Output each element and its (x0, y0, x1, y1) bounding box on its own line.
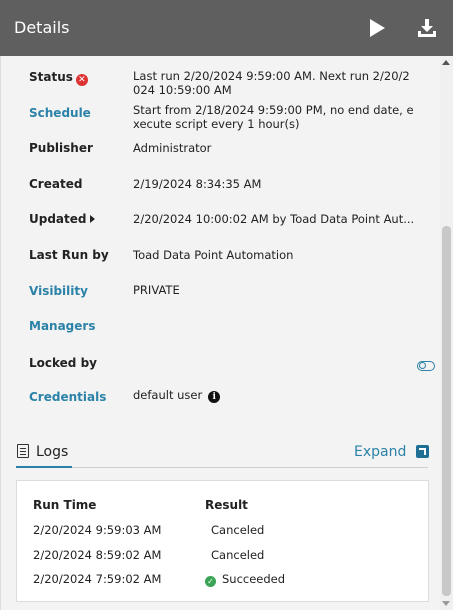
run-time-cell: 2/20/2024 8:59:02 AM (33, 548, 162, 562)
play-icon[interactable] (366, 17, 388, 39)
credentials-text: default user (133, 388, 203, 402)
run-time-cell: 2/20/2024 7:59:02 AM (33, 572, 162, 586)
managers-link[interactable]: Managers (29, 319, 95, 333)
toggle-knob (419, 362, 426, 369)
scroll-thumb[interactable] (442, 226, 451, 596)
error-x-icon: ✕ (75, 74, 88, 86)
tab-divider (72, 467, 428, 468)
lock-toggle[interactable] (417, 361, 435, 371)
check-icon: ✓ (205, 576, 216, 587)
schedule-value: Start from 2/18/2024 9:59:00 PM, no end … (133, 103, 414, 131)
expand-link[interactable]: Expand (354, 444, 406, 460)
result-cell: Canceled (211, 548, 265, 562)
status-line-1: Last run 2/20/2024 9:59:00 AM. Next run … (133, 69, 410, 83)
schedule-line-1: Start from 2/18/2024 9:59:00 PM, no end … (133, 103, 414, 117)
tab-logs[interactable]: Logs (36, 444, 68, 460)
download-icon[interactable] (416, 17, 438, 39)
updated-label: Updated (29, 212, 87, 226)
credentials-value: default user i (133, 388, 221, 403)
details-header: Details (0, 0, 453, 56)
column-header-run-time[interactable]: Run Time (33, 498, 96, 512)
created-label: Created (29, 177, 83, 191)
scroll-down-arrow-icon[interactable] (442, 601, 450, 606)
result-cell-succeeded: ✓ Succeeded (205, 572, 285, 587)
run-time-cell: 2/20/2024 9:59:03 AM (33, 523, 162, 537)
publisher-value: Administrator (133, 141, 212, 155)
document-icon (17, 444, 29, 458)
updated-expander[interactable]: Updated (29, 212, 95, 226)
schedule-line-2: xecute script every 1 hour(s) (133, 117, 300, 131)
column-header-result[interactable]: Result (205, 498, 248, 512)
updated-value: 2/20/2024 10:00:02 AM by Toad Data Point… (133, 212, 415, 226)
last-run-by-value: Toad Data Point Automation (133, 248, 294, 262)
schedule-link[interactable]: Schedule (29, 106, 91, 120)
result-cell: Canceled (211, 523, 265, 537)
visibility-value: PRIVATE (133, 283, 180, 297)
header-title: Details (14, 18, 70, 37)
status-label: Status ✕ (29, 70, 88, 86)
expand-icon[interactable] (416, 445, 429, 458)
visibility-link[interactable]: Visibility (29, 284, 88, 298)
tab-logs-underline (16, 466, 72, 468)
status-label-text: Status (29, 70, 73, 84)
scroll-up-arrow-icon[interactable] (442, 60, 450, 65)
info-icon[interactable]: i (208, 391, 221, 403)
credentials-link[interactable]: Credentials (29, 390, 106, 404)
status-value: Last run 2/20/2024 9:59:00 AM. Next run … (133, 69, 410, 97)
created-value: 2/19/2024 8:34:35 AM (133, 177, 262, 191)
status-line-2: 024 10:59:00 AM (133, 83, 232, 97)
locked-by-label: Locked by (29, 356, 97, 370)
caret-right-icon (89, 215, 95, 223)
result-text: Succeeded (222, 572, 286, 586)
logs-table: Run Time Result 2/20/2024 9:59:03 AM Can… (16, 480, 429, 602)
vertical-scrollbar[interactable] (440, 56, 453, 610)
publisher-label: Publisher (29, 141, 93, 155)
last-run-by-label: Last Run by (29, 248, 109, 262)
